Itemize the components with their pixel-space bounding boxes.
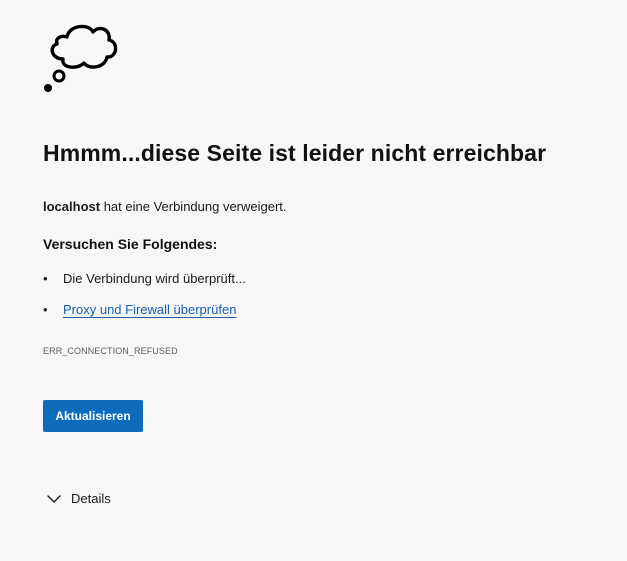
error-code: ERR_CONNECTION_REFUSED [43, 346, 178, 356]
suggestions-heading: Versuchen Sie Folgendes: [43, 236, 218, 252]
details-label: Details [71, 491, 111, 506]
error-message-text: hat eine Verbindung verweigert. [100, 199, 287, 214]
suggestion-check-connection: • Die Verbindung wird überprüft... [43, 270, 246, 301]
suggestion-check-proxy: • Proxy und Firewall überprüfen [43, 301, 246, 332]
refresh-button[interactable]: Aktualisieren [43, 400, 143, 432]
suggestion-text: Die Verbindung wird überprüft... [63, 271, 246, 286]
error-headline: Hmmm...diese Seite ist leider nicht erre… [43, 140, 547, 166]
bullet: • [43, 302, 48, 317]
host-name: localhost [43, 199, 101, 214]
thought-cloud-icon [44, 24, 118, 92]
details-toggle[interactable]: Details [47, 491, 111, 506]
chevron-down-icon [47, 494, 61, 503]
error-message: localhost hat eine Verbindung verweigert… [43, 199, 287, 214]
suggestions-list: • Die Verbindung wird überprüft... • Pro… [43, 270, 246, 332]
bullet: • [43, 271, 48, 286]
error-page: Hmmm...diese Seite ist leider nicht erre… [43, 0, 627, 561]
check-proxy-firewall-link[interactable]: Proxy und Firewall überprüfen [63, 302, 236, 317]
